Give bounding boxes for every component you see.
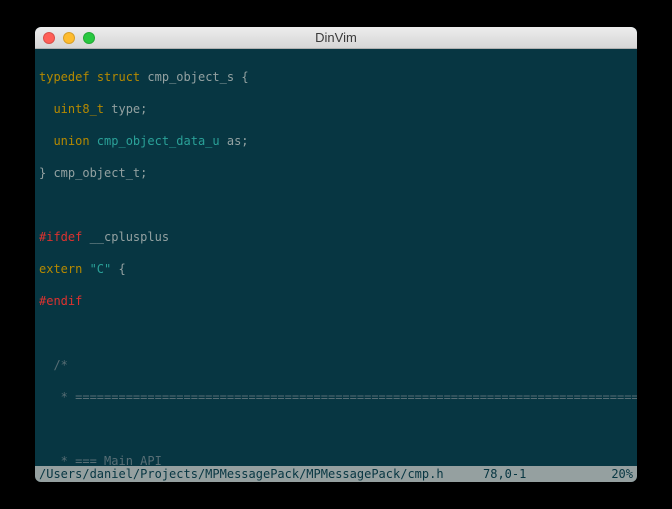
preproc-endif: #endif <box>39 294 82 308</box>
comment-line: /* <box>39 357 637 373</box>
editor-viewport[interactable]: typedef struct cmp_object_s { uint8_t ty… <box>35 49 637 466</box>
traffic-lights <box>35 32 95 44</box>
preproc-ifdef: #ifdef <box>39 230 82 244</box>
blank-line <box>39 325 637 341</box>
status-bar: /Users/daniel/Projects/MPMessagePack/MPM… <box>35 466 637 482</box>
code-line: #ifdef __cplusplus <box>39 229 637 245</box>
string-literal: "C" <box>82 262 111 276</box>
code-line: typedef struct cmp_object_s { <box>39 69 637 85</box>
comment-rule: * ======================================… <box>39 389 637 405</box>
status-percent: 20% <box>593 466 633 482</box>
close-icon[interactable] <box>43 32 55 44</box>
keyword-struct: struct <box>97 70 140 84</box>
status-filepath: /Users/daniel/Projects/MPMessagePack/MPM… <box>39 466 483 482</box>
type-uint8: uint8_t <box>53 102 104 116</box>
blank-line <box>39 197 637 213</box>
code-line: uint8_t type; <box>39 101 637 117</box>
window-title: DinVim <box>35 30 637 45</box>
type-name: cmp_object_data_u <box>90 134 220 148</box>
code-line: } cmp_object_t; <box>39 165 637 181</box>
titlebar[interactable]: DinVim <box>35 27 637 49</box>
status-position: 78,0-1 <box>483 466 593 482</box>
code-line: extern "C" { <box>39 261 637 277</box>
identifier: type; <box>104 102 147 116</box>
code-line: #endif <box>39 293 637 309</box>
zoom-icon[interactable] <box>83 32 95 44</box>
comment-main-api: * === Main API <box>39 453 637 466</box>
keyword-typedef: typedef <box>39 70 90 84</box>
keyword-extern: extern <box>39 262 82 276</box>
app-window: DinVim typedef struct cmp_object_s { uin… <box>35 27 637 482</box>
brace: { <box>111 262 125 276</box>
code-line: union cmp_object_data_u as; <box>39 133 637 149</box>
minimize-icon[interactable] <box>63 32 75 44</box>
identifier: cmp_object_s { <box>140 70 248 84</box>
blank-line <box>39 421 637 437</box>
preproc-symbol: __cplusplus <box>82 230 169 244</box>
keyword-union: union <box>53 134 89 148</box>
identifier: as; <box>220 134 249 148</box>
